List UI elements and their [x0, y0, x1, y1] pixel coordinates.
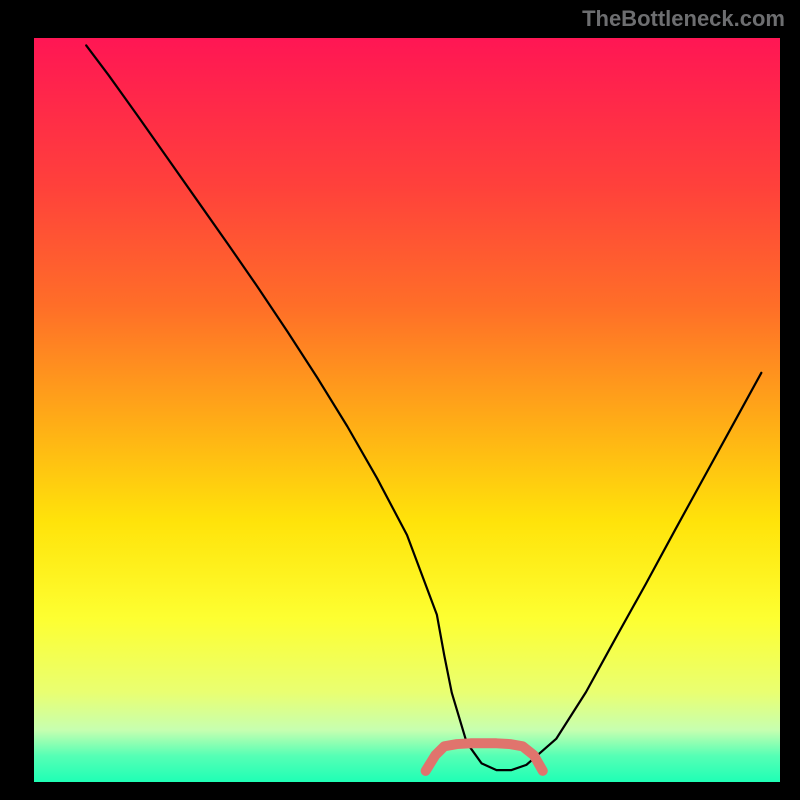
chart-svg: TheBottleneck.com	[0, 0, 800, 800]
gradient-background	[34, 38, 780, 782]
bottleneck-chart: TheBottleneck.com TheBottleneck.com	[0, 0, 800, 800]
frame-mask	[0, 782, 800, 800]
frame-mask	[780, 0, 800, 800]
frame-mask	[0, 0, 34, 800]
watermark-svg-text: TheBottleneck.com	[582, 6, 785, 31]
